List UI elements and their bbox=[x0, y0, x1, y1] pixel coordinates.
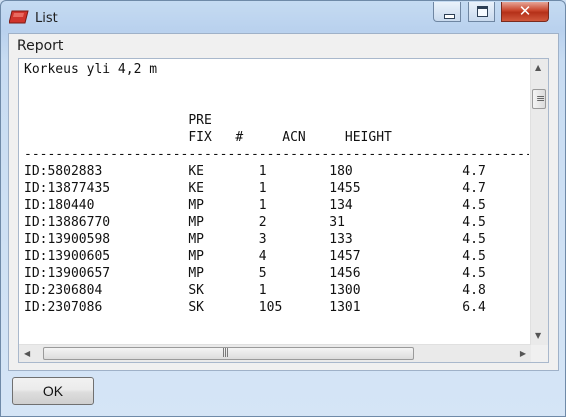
report-row: ID:2307086 SK 105 1301 6.4 bbox=[24, 300, 486, 315]
report-group-label: Report bbox=[17, 38, 64, 54]
report-row: ID:13886770 MP 2 31 4.5 bbox=[24, 215, 486, 230]
title-bar[interactable]: List ✕ bbox=[1, 1, 565, 33]
scroll-right-icon[interactable]: ▶ bbox=[520, 349, 526, 359]
report-row: ID:13877435 KE 1 1455 4.7 bbox=[24, 181, 486, 196]
vertical-scroll-thumb[interactable]: ≡ bbox=[532, 89, 546, 109]
window-title: List bbox=[35, 11, 58, 26]
report-row: ID:2306804 SK 1 1300 4.8 bbox=[24, 283, 486, 298]
grip-icon: ≡ bbox=[536, 92, 545, 105]
scroll-left-icon[interactable]: ◀ bbox=[24, 349, 30, 359]
report-row: ID:5802883 KE 1 180 4.7 bbox=[24, 164, 486, 179]
list-window: List ✕ Report Korkeus yli 4,2 m PRE FIX … bbox=[0, 0, 566, 417]
maximize-icon bbox=[477, 6, 488, 17]
column-header-prefix: PRE bbox=[24, 113, 212, 128]
maximize-button[interactable] bbox=[468, 2, 495, 22]
vertical-scrollbar[interactable]: ▲ ≡ ▼ bbox=[530, 59, 548, 345]
report-textbox[interactable]: Korkeus yli 4,2 m PRE FIX # ACN HEIGHT --… bbox=[18, 58, 549, 363]
report-content: Korkeus yli 4,2 m PRE FIX # ACN HEIGHT --… bbox=[24, 61, 529, 345]
minimize-button[interactable] bbox=[433, 2, 461, 22]
column-header-row: FIX # ACN HEIGHT bbox=[24, 130, 392, 145]
red-flag-icon bbox=[9, 10, 29, 24]
separator-line: ----------------------------------------… bbox=[24, 147, 529, 162]
report-row: ID:13900657 MP 5 1456 4.5 bbox=[24, 266, 486, 281]
scroll-up-icon[interactable]: ▲ bbox=[535, 63, 541, 73]
horizontal-scroll-thumb[interactable]: ||| bbox=[43, 347, 414, 360]
report-row: ID:180440 MP 1 134 4.5 bbox=[24, 198, 486, 213]
horizontal-scrollbar[interactable]: ◀ ||| ▶ bbox=[19, 344, 531, 362]
scroll-down-icon[interactable]: ▼ bbox=[535, 331, 541, 341]
grip-icon: ||| bbox=[222, 348, 229, 358]
scrollbar-corner bbox=[531, 345, 548, 362]
report-heading: Korkeus yli 4,2 m bbox=[24, 62, 158, 77]
minimize-icon bbox=[444, 14, 455, 19]
report-row: ID:13900605 MP 4 1457 4.5 bbox=[24, 249, 486, 264]
close-icon: ✕ bbox=[518, 2, 532, 20]
close-button[interactable]: ✕ bbox=[501, 2, 549, 22]
report-row: ID:13900598 MP 3 133 4.5 bbox=[24, 232, 486, 247]
ok-button[interactable]: OK bbox=[12, 377, 94, 405]
